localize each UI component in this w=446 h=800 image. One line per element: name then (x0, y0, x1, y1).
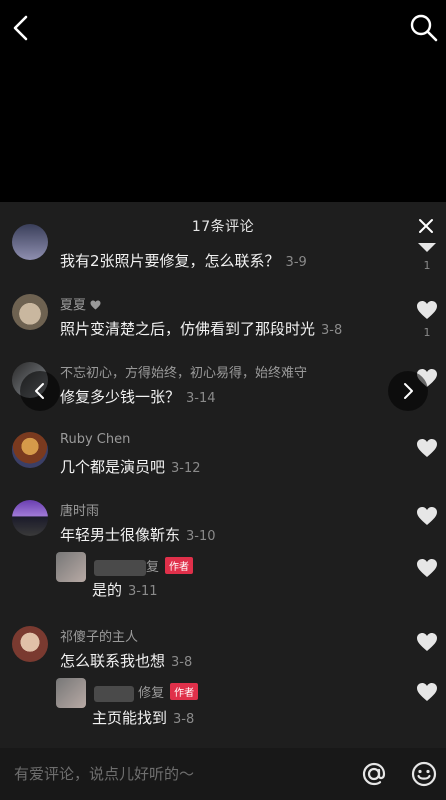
comment-text: 怎么联系我也想 3-8 (60, 652, 193, 670)
reply-username: 复作者 (94, 556, 194, 576)
comment-item: 我有2张照片要修复，怎么联系？ 3-9 1 (0, 224, 446, 278)
close-button[interactable] (414, 214, 438, 238)
comment-count-title: 17条评论 (191, 219, 255, 235)
comment-input-bar (0, 748, 446, 800)
avatar[interactable] (56, 552, 86, 582)
reply-text: 是的 3-11 (92, 581, 158, 599)
top-bar (0, 0, 446, 60)
mention-button[interactable] (360, 760, 388, 788)
next-arrow-button[interactable] (388, 371, 428, 411)
chevron-left-icon (35, 383, 44, 399)
reply-item: 修复 作者 主页能找到 3-8 (0, 678, 446, 728)
like-button[interactable] (416, 438, 438, 462)
comment-input[interactable] (0, 748, 340, 800)
comment-username: 不忘初心，方得始终，初心易得，始终难守 (60, 366, 308, 381)
emoji-icon (411, 761, 437, 787)
blurred-name (94, 559, 146, 576)
like-button[interactable]: 1 (416, 238, 438, 272)
avatar[interactable] (12, 500, 48, 536)
search-icon (410, 14, 438, 42)
avatar[interactable] (12, 224, 48, 260)
comment-text: 修复多少钱一张？ 3-14 (60, 388, 216, 406)
heart-icon (417, 507, 437, 525)
reply-text: 主页能找到 3-8 (92, 709, 195, 727)
comments-sheet: 17条评论 我有2张照片要修复，怎么联系？ 3-9 1 夏夏 照片变清楚之后，仿佛… (0, 202, 446, 800)
heart-icon (417, 439, 437, 457)
avatar[interactable] (12, 432, 48, 468)
comment-item: Ruby Chen 几个都是演员吧 3-12 (0, 430, 446, 480)
like-button[interactable] (416, 682, 438, 706)
reply-item: 复作者 是的 3-11 (0, 552, 446, 602)
avatar[interactable] (12, 626, 48, 662)
back-button[interactable] (8, 12, 36, 44)
heart-icon (417, 559, 437, 577)
heart-icon (417, 633, 437, 651)
prev-arrow-button[interactable] (20, 371, 60, 411)
author-tag: 作者 (165, 557, 194, 574)
comment-username: 夏夏 (60, 294, 101, 313)
emoji-button[interactable] (410, 760, 438, 788)
like-button[interactable]: 1 (416, 300, 438, 339)
reply-username: 修复 作者 (94, 682, 199, 702)
heart-icon (90, 300, 101, 310)
chevron-right-icon (404, 383, 413, 399)
comment-username: 祁傻子的主人 (60, 630, 139, 645)
like-count: 1 (423, 259, 431, 272)
avatar[interactable] (56, 678, 86, 708)
at-icon (362, 762, 386, 786)
comment-item: 不忘初心，方得始终，初心易得，始终难守 修复多少钱一张？ 3-14 (0, 360, 446, 410)
close-icon (419, 219, 433, 233)
comment-text: 照片变清楚之后，仿佛看到了那段时光 3-8 (60, 320, 343, 338)
search-button[interactable] (408, 12, 440, 44)
like-button[interactable] (416, 506, 438, 530)
comment-username: 唐时雨 (60, 504, 100, 519)
like-count: 1 (423, 326, 431, 339)
like-button[interactable] (416, 632, 438, 656)
heart-icon (417, 683, 437, 701)
comment-username: Ruby Chen (60, 432, 131, 447)
back-icon (13, 15, 28, 41)
comment-item: 夏夏 照片变清楚之后，仿佛看到了那段时光 3-8 1 (0, 292, 446, 342)
comment-text: 我有2张照片要修复，怎么联系？ 3-9 (60, 252, 307, 270)
blurred-name (94, 685, 134, 702)
heart-icon (418, 243, 436, 252)
comment-text: 几个都是演员吧 3-12 (60, 458, 201, 476)
comment-item: 唐时雨 年轻男士很像靳东 3-10 (0, 498, 446, 548)
like-button[interactable] (416, 558, 438, 582)
comment-item: 祁傻子的主人 怎么联系我也想 3-8 (0, 624, 446, 674)
heart-icon (417, 301, 437, 319)
comment-text: 年轻男士很像靳东 3-10 (60, 526, 216, 544)
author-tag: 作者 (170, 683, 199, 700)
avatar[interactable] (12, 294, 48, 330)
